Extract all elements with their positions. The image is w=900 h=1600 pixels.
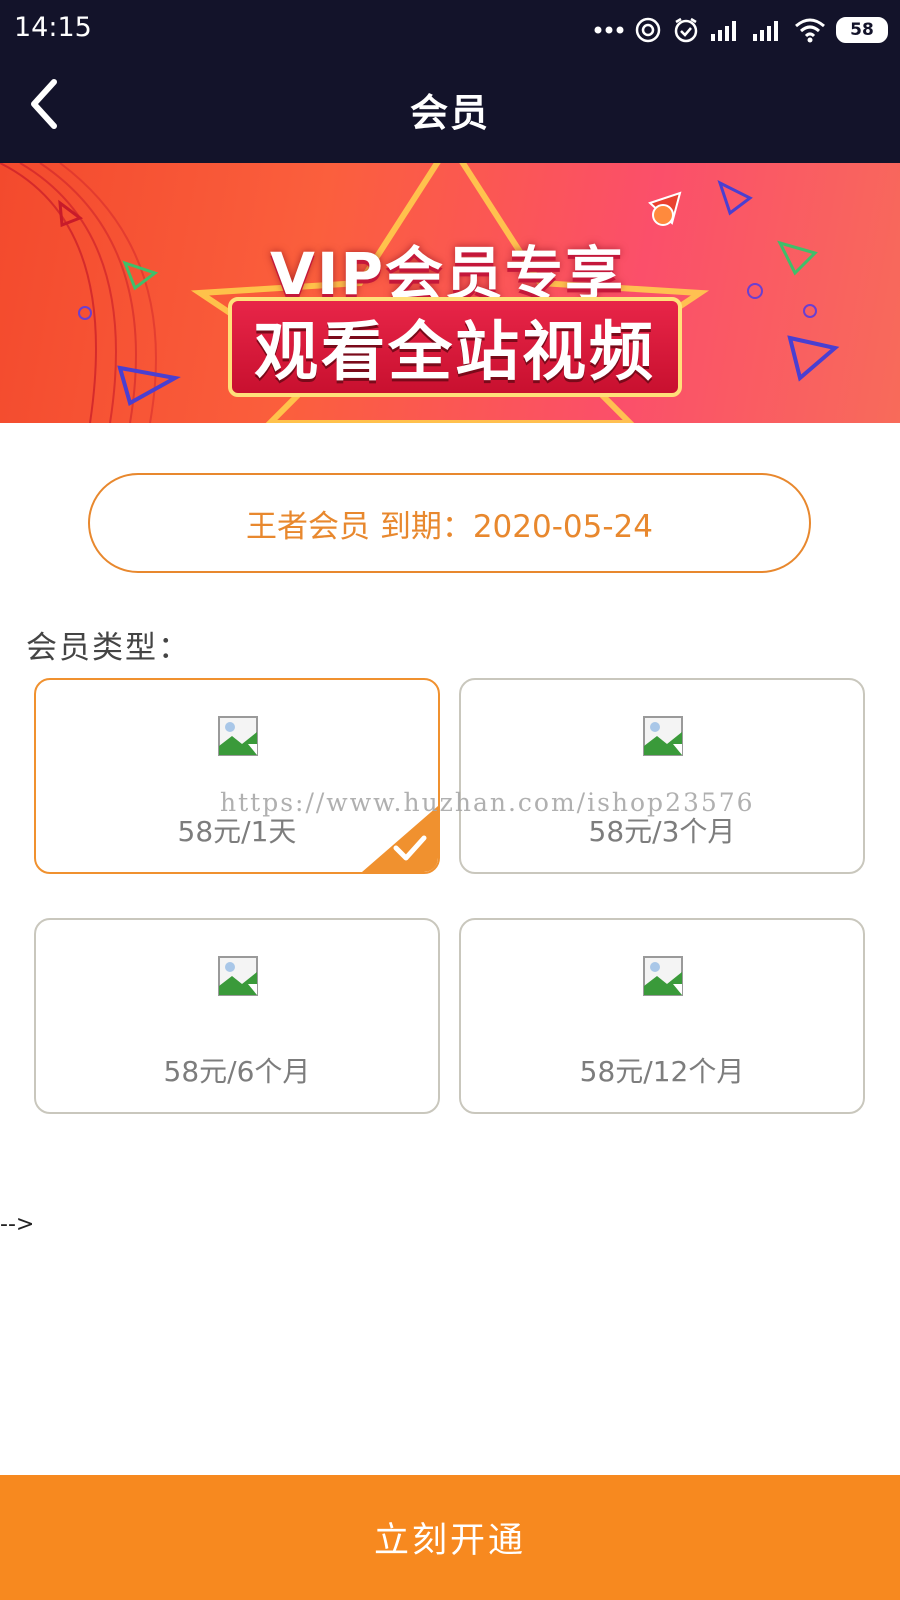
- broken-image-icon: [218, 716, 258, 756]
- membership-status-badge: 王者会员 到期：2020-05-24: [88, 473, 811, 573]
- plan-card-6-months[interactable]: 58元/6个月: [34, 918, 440, 1114]
- hotspot-icon: [635, 17, 661, 43]
- plan-section-label: 会员类型：: [26, 630, 191, 666]
- plan-label: 58元/12个月: [579, 1055, 745, 1088]
- wifi-icon: [795, 18, 825, 43]
- signal-icon-1: [711, 21, 736, 41]
- plan-card-3-months[interactable]: 58元/3个月: [459, 678, 865, 874]
- plan-card-1-day[interactable]: 58元/1天: [34, 678, 440, 874]
- membership-status-text: 王者会员 到期：2020-05-24: [245, 508, 653, 545]
- activate-now-button[interactable]: 立刻开通: [0, 1475, 900, 1600]
- page-title: 会员: [409, 91, 490, 135]
- broken-image-icon: [218, 956, 258, 996]
- more-dots-icon: [594, 26, 624, 34]
- stray-text: -->: [0, 1212, 35, 1237]
- plan-label: 58元/6个月: [163, 1055, 311, 1088]
- status-time: 14:15: [14, 12, 92, 43]
- battery-indicator: 58: [836, 17, 888, 43]
- broken-image-icon: [643, 716, 683, 756]
- status-bar: 14:15 58: [0, 0, 900, 60]
- banner-subheadline-box: 观看全站视频: [228, 297, 682, 397]
- status-icons: 58: [594, 12, 888, 48]
- watermark-text: https://www.huzhan.com/ishop23576: [220, 788, 755, 817]
- vip-banner: VIP会员专享 观看全站视频: [0, 163, 900, 423]
- plan-card-12-months[interactable]: 58元/12个月: [459, 918, 865, 1114]
- header: 会员: [0, 60, 900, 163]
- activate-now-label: 立刻开通: [373, 1521, 526, 1561]
- broken-image-icon: [643, 956, 683, 996]
- banner-subheadline: 观看全站视频: [254, 316, 656, 390]
- signal-icon-2: [753, 21, 778, 41]
- alarm-icon: [674, 17, 698, 43]
